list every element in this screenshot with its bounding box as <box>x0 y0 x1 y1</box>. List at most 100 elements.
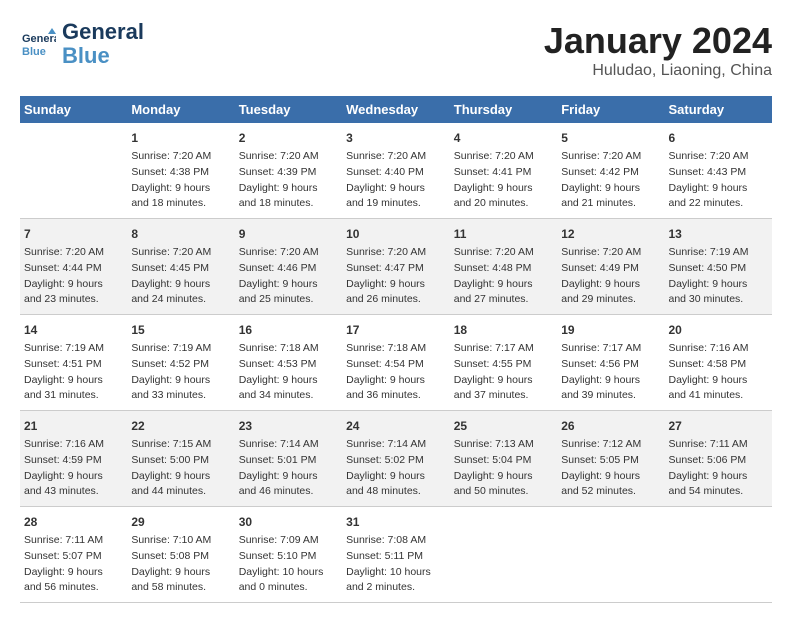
day-number: 25 <box>454 417 553 435</box>
day-info-line: Daylight: 9 hours <box>131 277 230 293</box>
day-info-line: and 19 minutes. <box>346 196 446 212</box>
day-info-line: Sunrise: 7:09 AM <box>239 533 338 549</box>
day-number: 30 <box>239 513 338 531</box>
day-info-line: Sunset: 4:44 PM <box>24 261 123 277</box>
day-info-line: and 46 minutes. <box>239 484 338 500</box>
day-number: 16 <box>239 321 338 339</box>
calendar-cell: 1Sunrise: 7:20 AMSunset: 4:38 PMDaylight… <box>127 123 234 219</box>
title-block: January 2024 Huludao, Liaoning, China <box>544 20 772 80</box>
day-info-line: Sunrise: 7:17 AM <box>561 341 660 357</box>
calendar-cell: 9Sunrise: 7:20 AMSunset: 4:46 PMDaylight… <box>235 219 342 315</box>
day-info-line: and 36 minutes. <box>346 388 446 404</box>
column-header-monday: Monday <box>127 96 234 123</box>
calendar-cell: 5Sunrise: 7:20 AMSunset: 4:42 PMDaylight… <box>557 123 664 219</box>
day-info-line: Sunset: 5:11 PM <box>346 549 446 565</box>
day-info-line: Sunrise: 7:10 AM <box>131 533 230 549</box>
day-info-line: Sunrise: 7:20 AM <box>346 245 446 261</box>
day-info-line: Daylight: 9 hours <box>561 181 660 197</box>
day-info-line: Sunset: 4:40 PM <box>346 165 446 181</box>
day-info-line: Daylight: 9 hours <box>561 469 660 485</box>
day-info-line: and 26 minutes. <box>346 292 446 308</box>
calendar-cell: 6Sunrise: 7:20 AMSunset: 4:43 PMDaylight… <box>665 123 773 219</box>
calendar-cell: 7Sunrise: 7:20 AMSunset: 4:44 PMDaylight… <box>20 219 127 315</box>
calendar-cell: 18Sunrise: 7:17 AMSunset: 4:55 PMDayligh… <box>450 315 557 411</box>
day-number: 24 <box>346 417 446 435</box>
day-info-line: Sunrise: 7:20 AM <box>346 149 446 165</box>
day-info-line: and 20 minutes. <box>454 196 553 212</box>
day-info-line: and 18 minutes. <box>239 196 338 212</box>
calendar-cell: 26Sunrise: 7:12 AMSunset: 5:05 PMDayligh… <box>557 411 664 507</box>
day-number: 20 <box>669 321 769 339</box>
day-info-line: Sunrise: 7:20 AM <box>561 245 660 261</box>
calendar-cell: 27Sunrise: 7:11 AMSunset: 5:06 PMDayligh… <box>665 411 773 507</box>
day-info-line: Sunrise: 7:13 AM <box>454 437 553 453</box>
day-info-line: Daylight: 9 hours <box>131 469 230 485</box>
day-info-line: Daylight: 9 hours <box>561 277 660 293</box>
calendar-table: SundayMondayTuesdayWednesdayThursdayFrid… <box>20 96 772 603</box>
week-row-4: 21Sunrise: 7:16 AMSunset: 4:59 PMDayligh… <box>20 411 772 507</box>
day-info-line: Daylight: 9 hours <box>239 181 338 197</box>
day-info-line: and 31 minutes. <box>24 388 123 404</box>
day-info-line: Sunset: 5:04 PM <box>454 453 553 469</box>
day-info-line: Sunset: 5:05 PM <box>561 453 660 469</box>
day-info-line: Sunrise: 7:19 AM <box>669 245 769 261</box>
day-number: 11 <box>454 225 553 243</box>
day-number: 23 <box>239 417 338 435</box>
day-info-line: Sunset: 5:08 PM <box>131 549 230 565</box>
day-number: 7 <box>24 225 123 243</box>
day-info-line: Sunrise: 7:20 AM <box>24 245 123 261</box>
day-number: 18 <box>454 321 553 339</box>
day-info-line: and 58 minutes. <box>131 580 230 596</box>
calendar-cell <box>450 507 557 603</box>
day-number: 17 <box>346 321 446 339</box>
day-info-line: Sunset: 4:50 PM <box>669 261 769 277</box>
svg-text:Blue: Blue <box>22 46 46 58</box>
day-info-line: and 22 minutes. <box>669 196 769 212</box>
calendar-cell: 3Sunrise: 7:20 AMSunset: 4:40 PMDaylight… <box>342 123 450 219</box>
day-info-line: and 54 minutes. <box>669 484 769 500</box>
calendar-cell <box>557 507 664 603</box>
day-info-line: and 30 minutes. <box>669 292 769 308</box>
day-info-line: Daylight: 10 hours <box>239 565 338 581</box>
day-info-line: Daylight: 9 hours <box>561 373 660 389</box>
day-info-line: Daylight: 9 hours <box>346 469 446 485</box>
day-info-line: Sunrise: 7:20 AM <box>669 149 769 165</box>
day-info-line: Sunrise: 7:20 AM <box>454 149 553 165</box>
day-info-line: and 33 minutes. <box>131 388 230 404</box>
calendar-cell: 23Sunrise: 7:14 AMSunset: 5:01 PMDayligh… <box>235 411 342 507</box>
day-info-line: and 34 minutes. <box>239 388 338 404</box>
day-info-line: Sunset: 5:10 PM <box>239 549 338 565</box>
day-info-line: Daylight: 9 hours <box>454 469 553 485</box>
day-info-line: and 37 minutes. <box>454 388 553 404</box>
day-info-line: Daylight: 9 hours <box>239 277 338 293</box>
calendar-cell: 21Sunrise: 7:16 AMSunset: 4:59 PMDayligh… <box>20 411 127 507</box>
day-number: 12 <box>561 225 660 243</box>
main-title: January 2024 <box>544 20 772 62</box>
day-info-line: and 29 minutes. <box>561 292 660 308</box>
calendar-cell: 2Sunrise: 7:20 AMSunset: 4:39 PMDaylight… <box>235 123 342 219</box>
day-info-line: Sunset: 4:46 PM <box>239 261 338 277</box>
column-header-sunday: Sunday <box>20 96 127 123</box>
day-info-line: and 52 minutes. <box>561 484 660 500</box>
day-info-line: Sunset: 4:52 PM <box>131 357 230 373</box>
day-info-line: Sunrise: 7:18 AM <box>346 341 446 357</box>
logo-text: General Blue <box>62 20 144 68</box>
day-info-line: and 56 minutes. <box>24 580 123 596</box>
day-info-line: Sunset: 4:56 PM <box>561 357 660 373</box>
calendar-cell: 28Sunrise: 7:11 AMSunset: 5:07 PMDayligh… <box>20 507 127 603</box>
calendar-cell: 16Sunrise: 7:18 AMSunset: 4:53 PMDayligh… <box>235 315 342 411</box>
day-info-line: Sunrise: 7:16 AM <box>24 437 123 453</box>
day-number: 27 <box>669 417 769 435</box>
day-info-line: Sunrise: 7:15 AM <box>131 437 230 453</box>
calendar-cell: 24Sunrise: 7:14 AMSunset: 5:02 PMDayligh… <box>342 411 450 507</box>
day-number: 14 <box>24 321 123 339</box>
day-info-line: Daylight: 10 hours <box>346 565 446 581</box>
day-info-line: Daylight: 9 hours <box>669 181 769 197</box>
day-info-line: Sunset: 4:58 PM <box>669 357 769 373</box>
day-info-line: Daylight: 9 hours <box>454 277 553 293</box>
day-info-line: Sunset: 5:02 PM <box>346 453 446 469</box>
day-info-line: Sunrise: 7:08 AM <box>346 533 446 549</box>
day-number: 21 <box>24 417 123 435</box>
day-info-line: and 2 minutes. <box>346 580 446 596</box>
day-info-line: Sunrise: 7:20 AM <box>454 245 553 261</box>
